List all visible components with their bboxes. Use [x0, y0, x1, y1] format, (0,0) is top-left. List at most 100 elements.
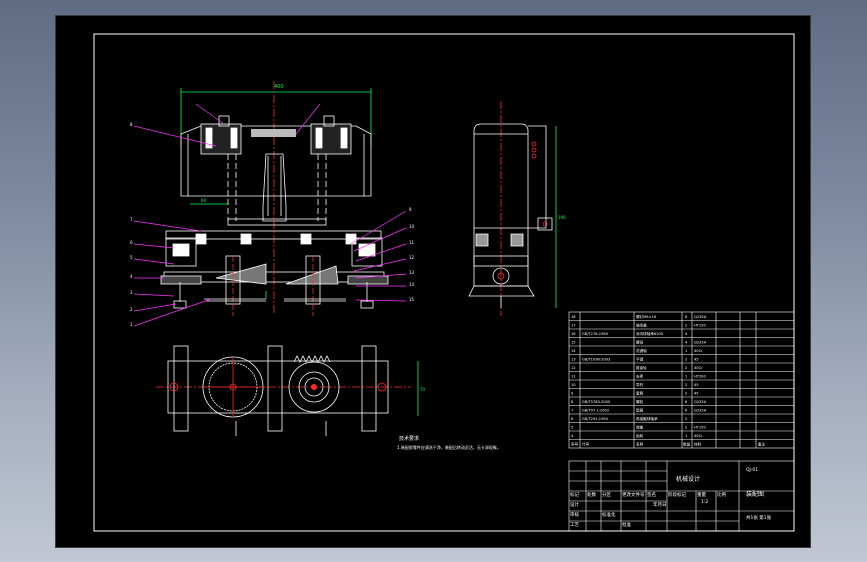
leader-label-l2: 2	[130, 307, 133, 312]
parts-row-name: 深沟球轴承6205	[636, 331, 663, 336]
parts-row-no: 10	[571, 383, 576, 387]
parts-header-name: 名称	[636, 442, 644, 447]
parts-header-remark: 备注	[758, 442, 766, 447]
parts-row-name: 轴承盖	[636, 323, 647, 328]
parts-row-material: 40Cr	[694, 349, 703, 353]
title-sheet-info: 共1张 第1张	[746, 514, 772, 521]
parts-row-name: 齿轮	[636, 433, 644, 438]
parts-row-code: GB/T1096-2003	[582, 358, 610, 362]
title-change-label: 更改文件号	[622, 491, 645, 498]
parts-row-qty: 1	[685, 349, 687, 353]
parts-row-qty: 8	[685, 315, 688, 319]
parts-row-name: 端盖	[636, 425, 644, 430]
leader-label-l4: 4	[130, 274, 133, 279]
parts-row-name: 螺钉M6×16	[636, 314, 657, 319]
parts-row-material: 45	[694, 392, 699, 396]
parts-row-code: GB/T276-1994	[582, 332, 609, 336]
parts-row-material: HT200	[694, 375, 706, 379]
parts-row-qty: 6	[685, 400, 688, 404]
parts-row-material: 45	[694, 383, 699, 387]
parts-row-qty: 2	[685, 366, 687, 370]
title-standardization: 标准化	[602, 511, 616, 518]
cad-drawing-canvas: 400 60 8 7 6 5 4 3 2 1 9 10 11 12 13 14 …	[93, 33, 795, 532]
title-zone-label: 分区	[602, 491, 611, 498]
parts-row-no: 15	[571, 341, 576, 345]
parts-header-material: 材料	[694, 442, 702, 447]
parts-row-name: 螺栓	[636, 399, 644, 404]
parts-row-material: 40Cr	[694, 366, 703, 370]
title-count-label: 处数	[587, 491, 596, 498]
leader-label-l1: 1	[130, 322, 133, 327]
side-marker-3	[531, 153, 537, 159]
parts-row-material: Q235A	[694, 400, 707, 404]
title-scale: 1:2	[701, 499, 708, 505]
parts-row-name: 导杆	[636, 382, 644, 387]
parts-row-no: 7	[571, 409, 573, 413]
central-column	[262, 153, 287, 222]
side-view: 190	[468, 101, 566, 316]
title-block-text: 机械设计 QJ-01 装配图 1:2 共1张 第1张 标记 处数 分区 更改文件…	[570, 467, 772, 528]
parts-row-qty: 1	[685, 434, 687, 438]
parts-row-qty: 6	[685, 409, 688, 413]
parts-row-no: 18	[571, 315, 576, 319]
title-company: 机械设计	[676, 475, 700, 483]
title-stage-label: 阶段标记	[668, 491, 686, 498]
parts-row-material: HT150	[694, 426, 706, 430]
parts-header-qty: 数量	[683, 442, 691, 447]
parts-row-name: 支架	[636, 374, 644, 379]
parts-row-material: Q235A	[694, 409, 707, 413]
parts-row-qty: 2	[685, 358, 687, 362]
leader-label-l3: 3	[130, 290, 133, 295]
parts-row-no: 6	[571, 417, 574, 421]
leader-label-l5: 5	[130, 255, 133, 260]
parts-row-no: 12	[571, 366, 576, 370]
leader-label-r12: 12	[409, 255, 415, 260]
leader-label-l7: 7	[130, 217, 133, 222]
title-date-label: 年月日	[653, 501, 667, 508]
leader-label-r14: 14	[409, 282, 415, 287]
front-side-dimension-label: 60	[201, 198, 207, 203]
title-ratio-label: 比例	[717, 491, 726, 498]
title-sign-label: 签名	[647, 491, 656, 498]
title-drawing-title: 装配图	[746, 490, 764, 498]
leader-label-r9: 9	[409, 207, 412, 212]
parts-row-qty: 1	[685, 375, 687, 379]
plan-view: 70	[156, 345, 426, 436]
leader-label-l6: 6	[130, 240, 133, 245]
parts-row-no: 5	[571, 426, 573, 430]
parts-row-material: 40Cr	[694, 434, 703, 438]
leader-label-r10: 10	[409, 224, 415, 229]
parts-row-name: 平键	[636, 357, 644, 362]
parts-row-qty: 4	[685, 332, 688, 336]
parts-row-name: 角接触球轴承	[636, 416, 658, 421]
parts-header-no: 序号	[571, 442, 579, 447]
parts-row-no: 16	[571, 332, 576, 336]
title-approve-label: 批准	[622, 521, 631, 528]
side-marker-2	[531, 147, 537, 153]
parts-row-name: 锥齿轮	[636, 365, 647, 370]
parts-row-no: 8	[571, 400, 574, 404]
parts-row-code: GB/T5783-2000	[582, 400, 611, 404]
parts-row-qty: 2	[685, 426, 687, 430]
technical-notes: 技术要求 1.装配前零件应清洗干净，装配后转动灵活，无卡滞现象。	[397, 435, 501, 450]
leader-label-l8: 8	[130, 122, 133, 127]
side-dimension-label: 190	[558, 215, 566, 220]
parts-header-code: 代号	[582, 442, 590, 447]
parts-row-material: 45	[694, 358, 699, 362]
parts-row-no: 11	[571, 375, 576, 379]
parts-row-qty: 2	[685, 383, 687, 387]
bevel-gear-left	[215, 263, 267, 285]
title-check-label: 审核	[570, 511, 579, 518]
parts-list: 18 螺钉M6×16 8 Q235A17 轴承盖 2 HT15016 GB/T276-1994…	[568, 311, 795, 449]
front-view: 400 60	[160, 81, 389, 316]
parts-row-no: 17	[571, 324, 576, 328]
parts-row-name: 螺母	[636, 340, 644, 345]
parts-row-no: 9	[571, 392, 574, 396]
parts-row-code: GB/T292-1994	[582, 417, 609, 421]
parts-row-name: 垫圈	[636, 408, 644, 413]
parts-row-no: 4	[571, 434, 574, 438]
parts-row-material: HT150	[694, 324, 706, 328]
parts-row-name: 套筒	[636, 391, 644, 396]
notes-heading: 技术要求	[399, 435, 419, 442]
parts-row-code: GB/T97.1-2002	[582, 409, 609, 413]
